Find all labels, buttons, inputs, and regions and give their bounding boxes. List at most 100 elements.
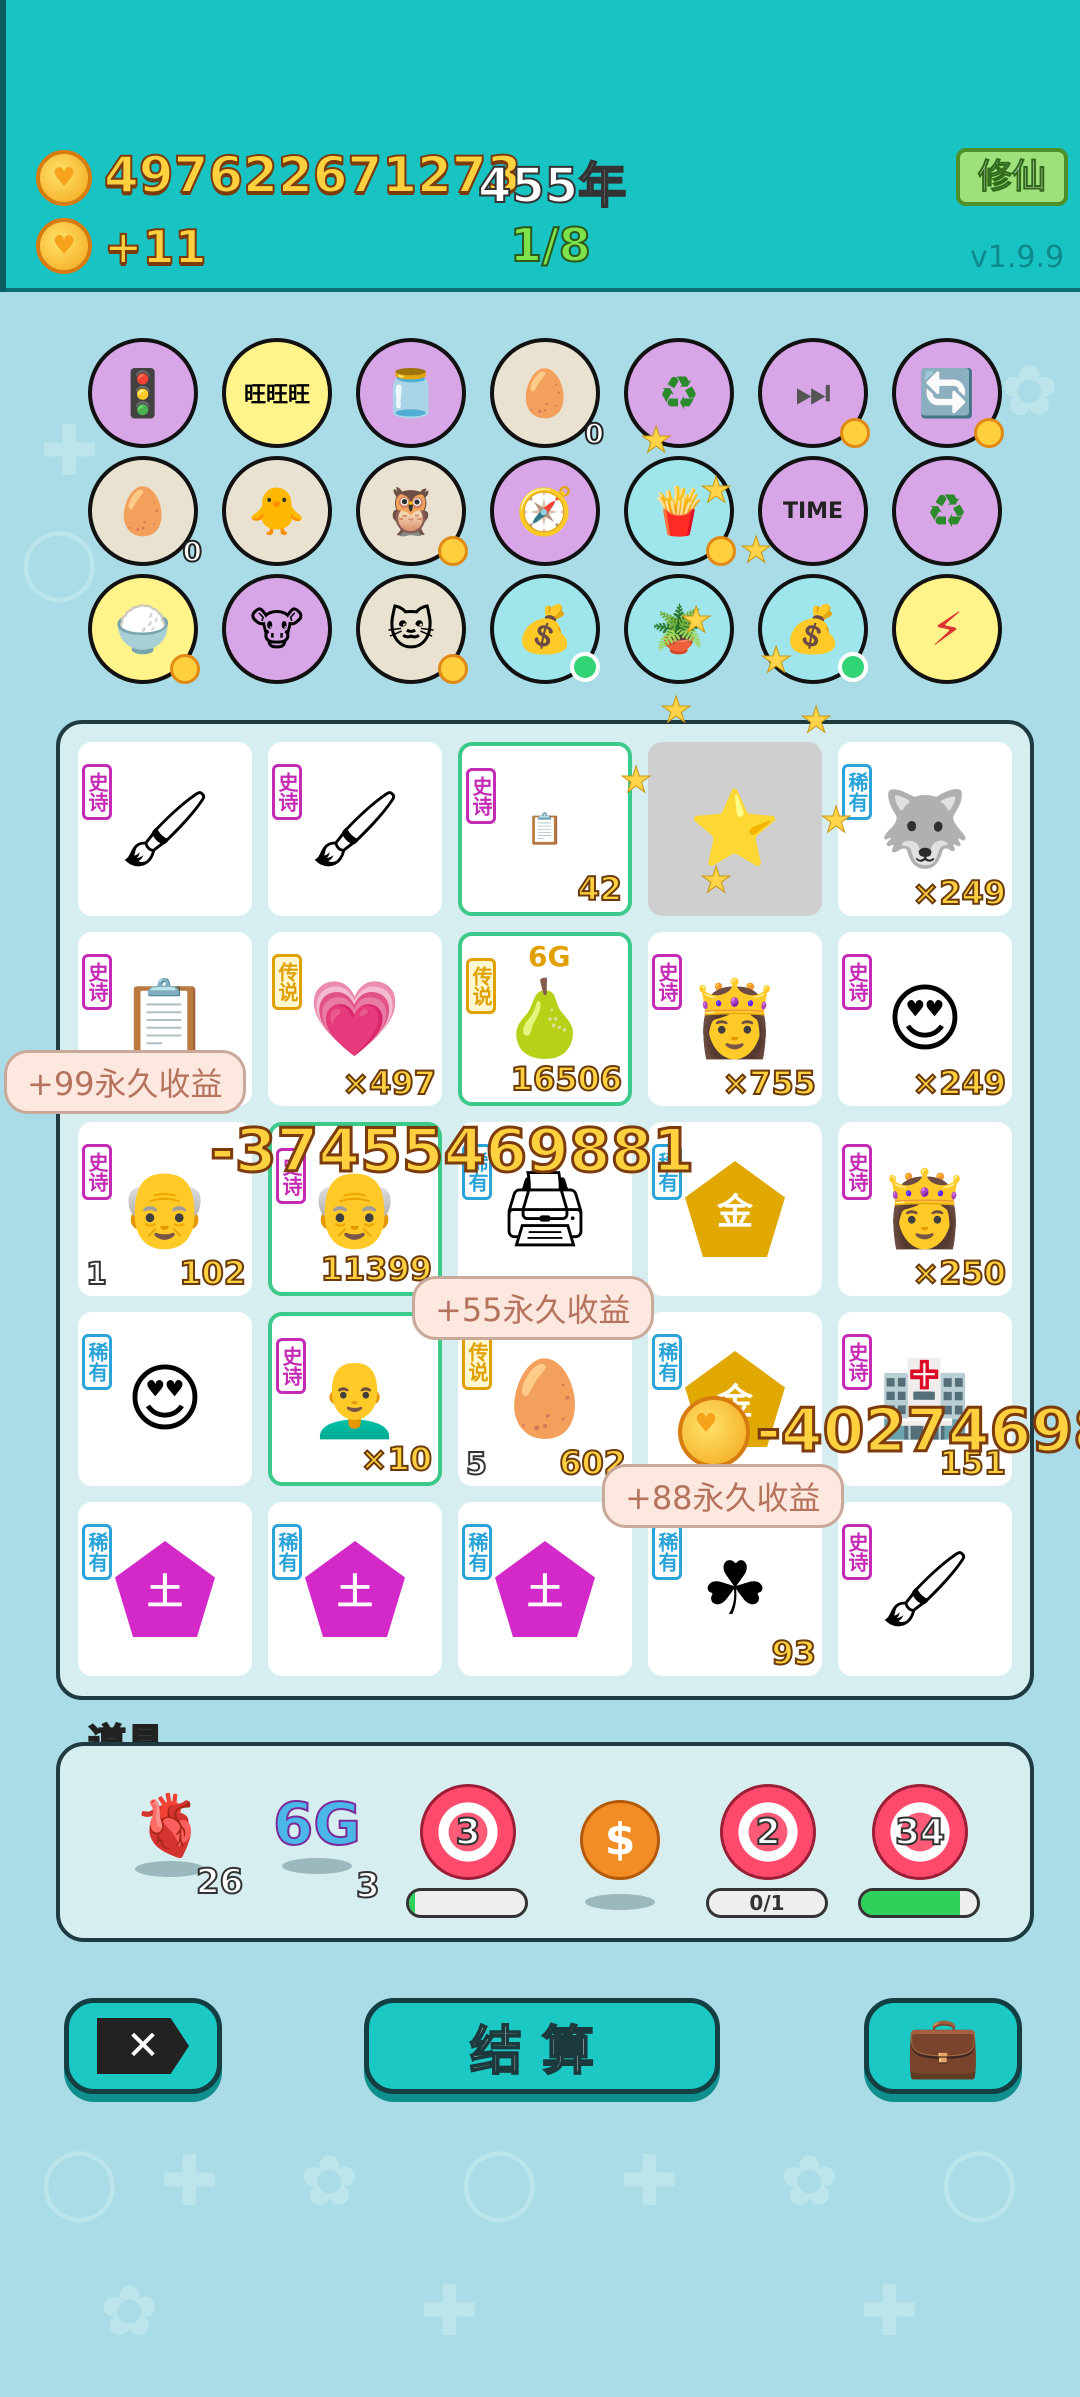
coin-total: 497622671273 [103,145,522,205]
coin-icon [36,150,92,206]
tile-count: 11399 [320,1249,433,1289]
tile-earth-element-clover[interactable]: 稀有 ☘ 93 [648,1502,822,1676]
dollar-prop[interactable]: $ [572,1800,668,1910]
tag-epic: 史诗 [82,954,112,1010]
tag-epic: 史诗 [842,1524,872,1580]
earth-pentagon-icon: 土 [495,1541,595,1637]
tag-rare: 稀有 [82,1524,112,1580]
tile-count: ×10 [360,1439,433,1479]
wang-tile-icon[interactable]: 旺旺旺 [222,338,332,448]
year-counter: 455年 [477,157,627,215]
star-effect-icon: ★ [819,800,853,842]
bg-cross-decoration: ✚ [620,2140,679,2222]
target-prop-3[interactable]: 34 [858,1784,982,1918]
coin-change-number: -37455469881 [208,1115,695,1188]
sixg-count: 3 [355,1865,381,1907]
tile-heart-crown[interactable]: 传说 💗 ×497 [268,932,442,1106]
jar-icon[interactable]: 🫙 [356,338,466,448]
settle-label: 结算 [469,2021,614,2083]
chick-icon[interactable]: 🐥 [222,456,332,566]
tile-count-left: 5 [465,1446,488,1483]
star-effect-icon: ★ [699,860,733,902]
tile-count-left: 1 [85,1256,108,1293]
bg-flower-decoration: ✿ [780,2140,839,2222]
xiuxian-button[interactable]: 修仙 [956,148,1068,206]
tag-rare: 稀有 [82,1334,112,1390]
liver-prop[interactable]: 🫀 26 [120,1790,245,1903]
dollar-coin-icon: $ [580,1800,660,1880]
tile-calligraphy[interactable]: 史诗 🖌 [838,1502,1012,1676]
tile-locked[interactable]: ⭐ [648,742,822,916]
tag-epic: 史诗 [842,954,872,1010]
tile-heart-eyes-boy[interactable]: 稀有 😍 [78,1312,252,1486]
rice-bowl-icon[interactable]: 🍚 [88,574,200,684]
tile-calligraphy[interactable]: 史诗 🖌 [78,742,252,916]
tag-epic: 史诗 [652,954,682,1010]
lightning-icon[interactable]: ⚡ [892,574,1002,684]
star-effect-icon: ★ [799,700,833,742]
egg-tray-icon[interactable]: 🥚 0 [490,338,605,451]
green-dot-icon [838,652,868,682]
recycle-icon[interactable]: ♻ [892,456,1002,566]
tile-6g-label: 6G [528,940,571,973]
compass-icon[interactable]: 🧭 [490,456,600,566]
stage-progress: 1/8 [509,217,592,273]
backspace-close-icon: ✕ [97,2018,189,2074]
time-magazine-icon[interactable]: TIME [758,456,868,566]
skip-icon[interactable]: ⏭ [758,338,870,448]
tag-rare: 稀有 [462,1524,492,1580]
tile-count: ×249 [911,1063,1007,1103]
target-progress-label: 0/1 [749,1891,785,1915]
tile-6g-pear[interactable]: 传说 6G 🍐 16506 [458,932,632,1106]
income-bubble: +55永久收益 [412,1276,654,1340]
top-bar: 497622671273 455年 +11 1/8 修仙 v1.9.9 [0,0,1080,292]
target-progress-bar [406,1888,528,1918]
tile-princess[interactable]: 史诗 👸 ×755 [648,932,822,1106]
refresh-icon[interactable]: 🔄 [892,338,1004,448]
star-effect-icon: ★ [679,600,713,642]
cow-frame-icon[interactable]: 🐮 [222,574,332,684]
coin-badge-icon [974,418,1004,448]
target-prop-2[interactable]: 2 0/1 [706,1784,830,1918]
tile-queen[interactable]: 史诗 👸 ×250 [838,1122,1012,1296]
tile-copy-paste[interactable]: 史诗 📋 42 [458,742,632,916]
tile-husky[interactable]: 稀有 🐺 ×249 [838,742,1012,916]
prop-shadow [135,1861,205,1877]
tile-bald-man[interactable]: 史诗 👨‍🦲 ×10 [268,1312,442,1486]
traffic-light-icon[interactable]: 🚦 [88,338,198,448]
tile-green-hat-man[interactable]: 史诗 😍 ×249 [838,932,1012,1106]
target-prop-1[interactable]: 3 [406,1784,530,1918]
close-button[interactable]: ✕ [64,1998,222,2094]
edge-strip [0,0,6,292]
tag-epic: 史诗 [466,768,496,824]
tag-epic: 史诗 [842,1144,872,1200]
target-icon: 2 [720,1784,816,1880]
tile-count: 16506 [510,1059,623,1099]
tile-earth-element[interactable]: 稀有土 [268,1502,442,1676]
sack-icon[interactable]: 💰 [490,574,600,684]
tag-rare: 稀有 [272,1524,302,1580]
tile-earth-element[interactable]: 稀有土 [78,1502,252,1676]
egg-tray-icon[interactable]: 🥚 0 [88,456,203,569]
cat-icon[interactable]: 🐱 [356,574,468,684]
tag-legend: 传说 [462,1334,492,1390]
tag-epic: 史诗 [82,1144,112,1200]
flower-pot-icon[interactable]: 🪴 [624,574,734,684]
briefcase-button[interactable]: 💼 [864,1998,1022,2094]
tag-rare: 稀有 [652,1524,682,1580]
owl-icon[interactable]: 🦉 [356,456,468,566]
tile-calligraphy[interactable]: 史诗 🖌 [268,742,442,916]
star-effect-icon: ★ [739,530,773,572]
settle-button[interactable]: 结算 [364,1998,720,2094]
sixg-prop[interactable]: 6G 3 [262,1789,381,1907]
coin-icon [678,1396,750,1468]
bg-circle-decoration: ◯ [460,2140,539,2222]
egg-tray-count: 0 [181,534,203,569]
briefcase-icon: 💼 [905,2011,981,2082]
bg-flower-decoration: ✿ [1000,350,1059,432]
egg-tray-count: 0 [583,416,605,451]
target-level: 2 [754,1811,781,1854]
bg-cross-decoration: ✚ [860,2270,919,2352]
income-coin-icon [36,218,92,274]
tile-earth-element[interactable]: 稀有土 [458,1502,632,1676]
